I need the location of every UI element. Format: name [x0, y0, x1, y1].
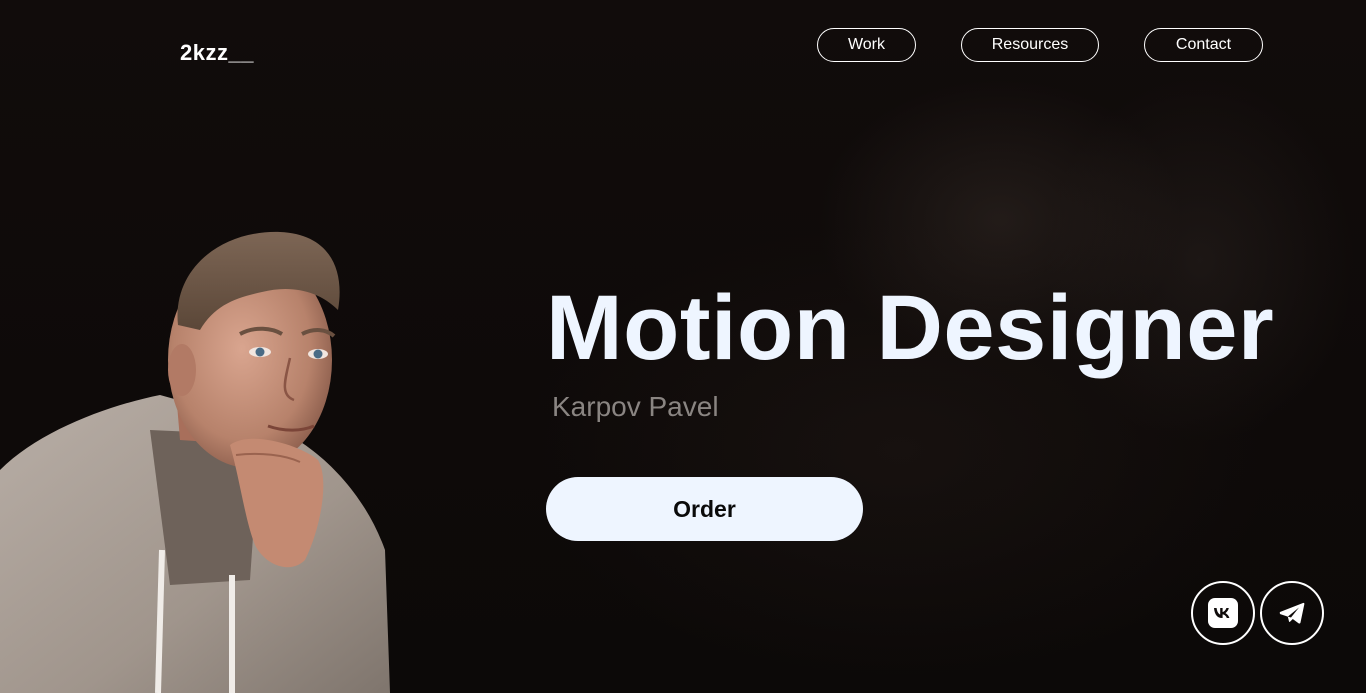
telegram-icon — [1279, 602, 1305, 624]
main-nav: Work Resources Contact — [817, 28, 1263, 62]
order-button[interactable]: Order — [546, 477, 863, 541]
nav-contact-button[interactable]: Contact — [1144, 28, 1263, 62]
nav-work-button[interactable]: Work — [817, 28, 916, 62]
vk-icon — [1208, 598, 1238, 628]
logo[interactable]: 2kzz__ — [180, 40, 254, 66]
nav-resources-button[interactable]: Resources — [961, 28, 1099, 62]
landing-page: 2kzz__ Work Resources Contact Motion Des… — [0, 0, 1366, 693]
hero-subtitle: Karpov Pavel — [552, 391, 719, 422]
telegram-link-button[interactable] — [1260, 581, 1324, 645]
hero-title: Motion Designer — [546, 277, 1275, 379]
vk-link-button[interactable] — [1191, 581, 1255, 645]
portrait-image — [0, 231, 390, 693]
